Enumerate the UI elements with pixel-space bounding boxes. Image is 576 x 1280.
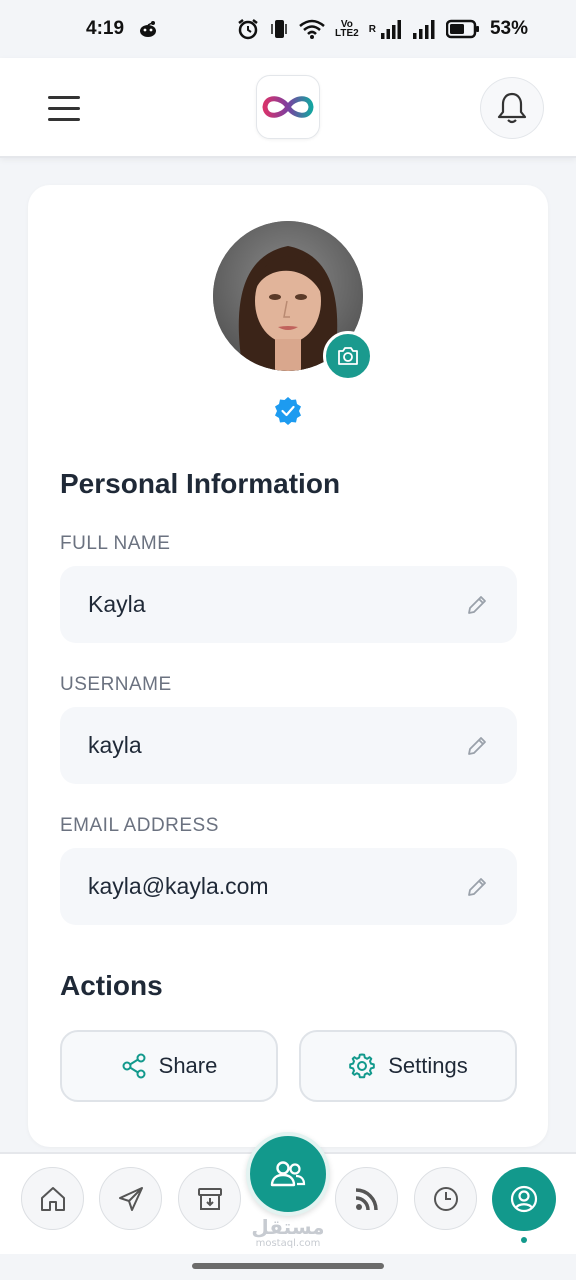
bell-icon <box>497 92 527 124</box>
signal-icon-2 <box>412 19 436 39</box>
nav-archive[interactable] <box>178 1167 241 1230</box>
home-indicator[interactable] <box>192 1263 384 1269</box>
change-photo-button[interactable] <box>323 331 373 381</box>
status-bar: 4:19 Vo LTE2 R 53% <box>0 0 576 58</box>
app-header <box>0 58 576 158</box>
username-label: USERNAME <box>60 674 172 695</box>
avatar-container <box>213 221 373 381</box>
active-tab-indicator <box>521 1237 527 1243</box>
profile-icon <box>510 1185 538 1213</box>
notifications-button[interactable] <box>480 77 544 139</box>
nav-profile[interactable] <box>492 1167 556 1231</box>
nav-feed[interactable] <box>335 1167 398 1230</box>
full-name-field[interactable]: Kayla <box>60 566 517 643</box>
gesture-bar-area <box>0 1254 576 1280</box>
username-value: kayla <box>88 732 142 758</box>
infinity-logo-icon <box>262 96 314 118</box>
history-icon <box>433 1186 458 1211</box>
app-logo[interactable] <box>256 75 320 139</box>
hamburger-menu-icon[interactable] <box>40 88 88 128</box>
settings-label: Settings <box>388 1053 468 1078</box>
reddit-notification-icon <box>138 20 158 38</box>
nav-home[interactable] <box>21 1167 84 1230</box>
email-label: EMAIL ADDRESS <box>60 815 219 836</box>
nav-community-button[interactable] <box>246 1132 330 1216</box>
verified-badge-icon <box>273 396 303 426</box>
edit-full-name-pencil-icon[interactable] <box>465 593 489 617</box>
share-button[interactable]: Share <box>60 1030 278 1102</box>
wifi-icon <box>299 19 325 39</box>
nav-send[interactable] <box>99 1167 162 1230</box>
battery-icon <box>445 19 480 39</box>
alarm-icon <box>237 18 259 40</box>
roaming-indicator: R <box>368 23 376 35</box>
share-icon <box>122 1053 146 1079</box>
nav-history[interactable] <box>414 1167 477 1230</box>
watermark-sub: mostaql.com <box>255 1238 321 1249</box>
send-icon <box>118 1186 143 1211</box>
full-name-value: Kayla <box>88 591 146 617</box>
actions-title: Actions <box>60 970 163 1001</box>
group-icon <box>270 1161 306 1187</box>
personal-information-title: Personal Information <box>60 468 341 499</box>
battery-percentage: 53% <box>489 18 528 39</box>
watermark-main: مستقل <box>251 1215 325 1239</box>
profile-card: Personal Information FULL NAME Kayla USE… <box>28 185 548 1147</box>
status-time: 4:19 <box>86 18 125 39</box>
bottom-navigation: مستقل mostaql.com <box>0 1132 576 1254</box>
share-label: Share <box>158 1053 218 1078</box>
email-field[interactable]: kayla@kayla.com <box>60 848 517 925</box>
vibrate-icon <box>269 18 289 40</box>
full-name-label: FULL NAME <box>60 533 171 554</box>
email-value: kayla@kayla.com <box>88 873 269 899</box>
gear-icon <box>349 1053 376 1079</box>
watermark: مستقل mostaql.com <box>246 1216 330 1250</box>
signal-icon-1 <box>380 19 402 39</box>
rss-icon <box>355 1187 378 1210</box>
edit-email-pencil-icon[interactable] <box>465 875 489 899</box>
home-icon <box>40 1186 65 1211</box>
archive-icon <box>197 1187 222 1210</box>
edit-username-pencil-icon[interactable] <box>465 734 489 758</box>
volte-indicator: Vo LTE2 <box>335 19 359 39</box>
settings-button[interactable]: Settings <box>299 1030 517 1102</box>
username-field[interactable]: kayla <box>60 707 517 784</box>
camera-icon <box>338 347 358 365</box>
